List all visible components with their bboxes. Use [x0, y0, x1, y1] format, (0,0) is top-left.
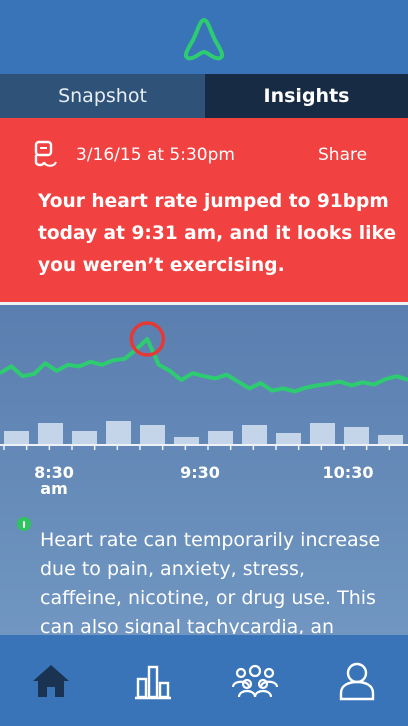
- activity-bar: [344, 427, 369, 445]
- heart-rate-line: [0, 337, 408, 394]
- activity-bar: [4, 431, 29, 445]
- x-label-930: 9:30: [180, 463, 220, 482]
- nav-community[interactable]: [204, 635, 306, 726]
- x-label-1030: 10:30: [322, 463, 374, 482]
- scale-icon: [34, 140, 57, 167]
- tab-bar: Snapshot Insights: [0, 74, 408, 118]
- activity-bar: [174, 437, 199, 445]
- nav-profile[interactable]: [306, 635, 408, 726]
- tab-insights[interactable]: Insights: [205, 74, 408, 118]
- x-label-830: 8:30 am: [30, 465, 78, 497]
- app-logo-icon: [183, 18, 225, 61]
- activity-bar: [38, 423, 63, 445]
- nav-stats[interactable]: [102, 635, 204, 726]
- home-icon: [33, 664, 69, 697]
- activity-bar: [276, 433, 301, 445]
- activity-bar: [242, 425, 267, 445]
- stats-icon: [135, 665, 171, 699]
- activity-bar: [72, 431, 97, 445]
- activity-bar: [378, 435, 403, 445]
- alert-date: 3/16/15 at 5:30pm: [76, 145, 235, 165]
- info-text: Heart rate can temporarily increase due …: [40, 529, 381, 634]
- app-header: [0, 0, 408, 74]
- share-link[interactable]: Share: [318, 145, 367, 165]
- community-icon: [231, 664, 279, 697]
- nav-home[interactable]: [0, 635, 102, 726]
- activity-bar: [310, 423, 335, 445]
- alert-message: Your heart rate jumped to 91bpm today at…: [38, 191, 396, 276]
- activity-bar: [106, 421, 131, 445]
- x-label-830-suffix: am: [40, 479, 68, 498]
- activity-bar: [208, 431, 233, 445]
- profile-icon: [339, 662, 375, 700]
- bottom-nav: [0, 635, 408, 726]
- activity-bar: [140, 425, 165, 445]
- tab-snapshot[interactable]: Snapshot: [0, 74, 205, 118]
- info-icon: [17, 517, 31, 531]
